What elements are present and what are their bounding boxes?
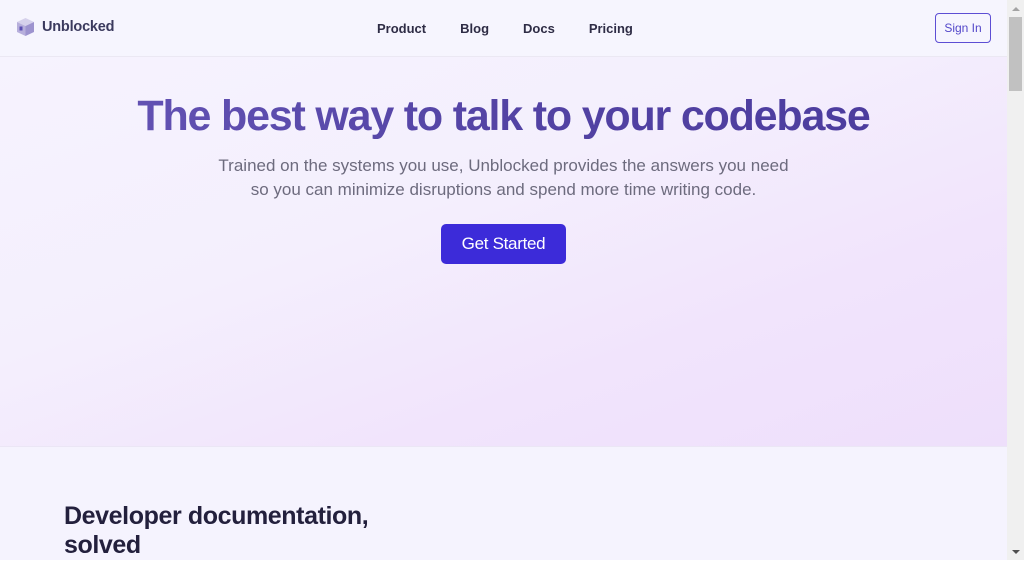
scroll-down-arrow-icon[interactable] bbox=[1007, 543, 1024, 560]
page: Unblocked Product Blog Docs Pricing Sign… bbox=[0, 0, 1007, 576]
hero-subtitle-line2: so you can minimize disruptions and spen… bbox=[250, 179, 757, 199]
nav-product[interactable]: Product bbox=[377, 21, 426, 36]
nav-blog[interactable]: Blog bbox=[460, 21, 489, 36]
section-title: Developer documentation, solved bbox=[64, 502, 369, 560]
hero-subtitle: Trained on the systems you use, Unblocke… bbox=[0, 154, 1007, 201]
section-title-line1: Developer documentation, bbox=[64, 502, 369, 530]
vertical-scrollbar[interactable] bbox=[1007, 0, 1024, 560]
cube-icon bbox=[16, 17, 35, 37]
scroll-up-arrow-icon[interactable] bbox=[1007, 0, 1024, 17]
hero-subtitle-line1: Trained on the systems you use, Unblocke… bbox=[218, 156, 789, 175]
scrollbar-thumb[interactable] bbox=[1009, 17, 1022, 91]
logo[interactable]: Unblocked bbox=[16, 17, 115, 37]
nav-docs[interactable]: Docs bbox=[523, 21, 555, 36]
site-header: Unblocked Product Blog Docs Pricing Sign… bbox=[0, 0, 1007, 57]
sign-in-button[interactable]: Sign In bbox=[935, 13, 991, 43]
hero-title: The best way to talk to your codebase bbox=[0, 92, 1007, 141]
get-started-button[interactable]: Get Started bbox=[441, 224, 566, 264]
nav-pricing[interactable]: Pricing bbox=[589, 21, 633, 36]
logo-text: Unblocked bbox=[42, 19, 115, 35]
main-nav: Product Blog Docs Pricing bbox=[377, 0, 667, 56]
bottom-edge bbox=[0, 560, 1024, 576]
section-title-line2: solved bbox=[64, 531, 141, 559]
